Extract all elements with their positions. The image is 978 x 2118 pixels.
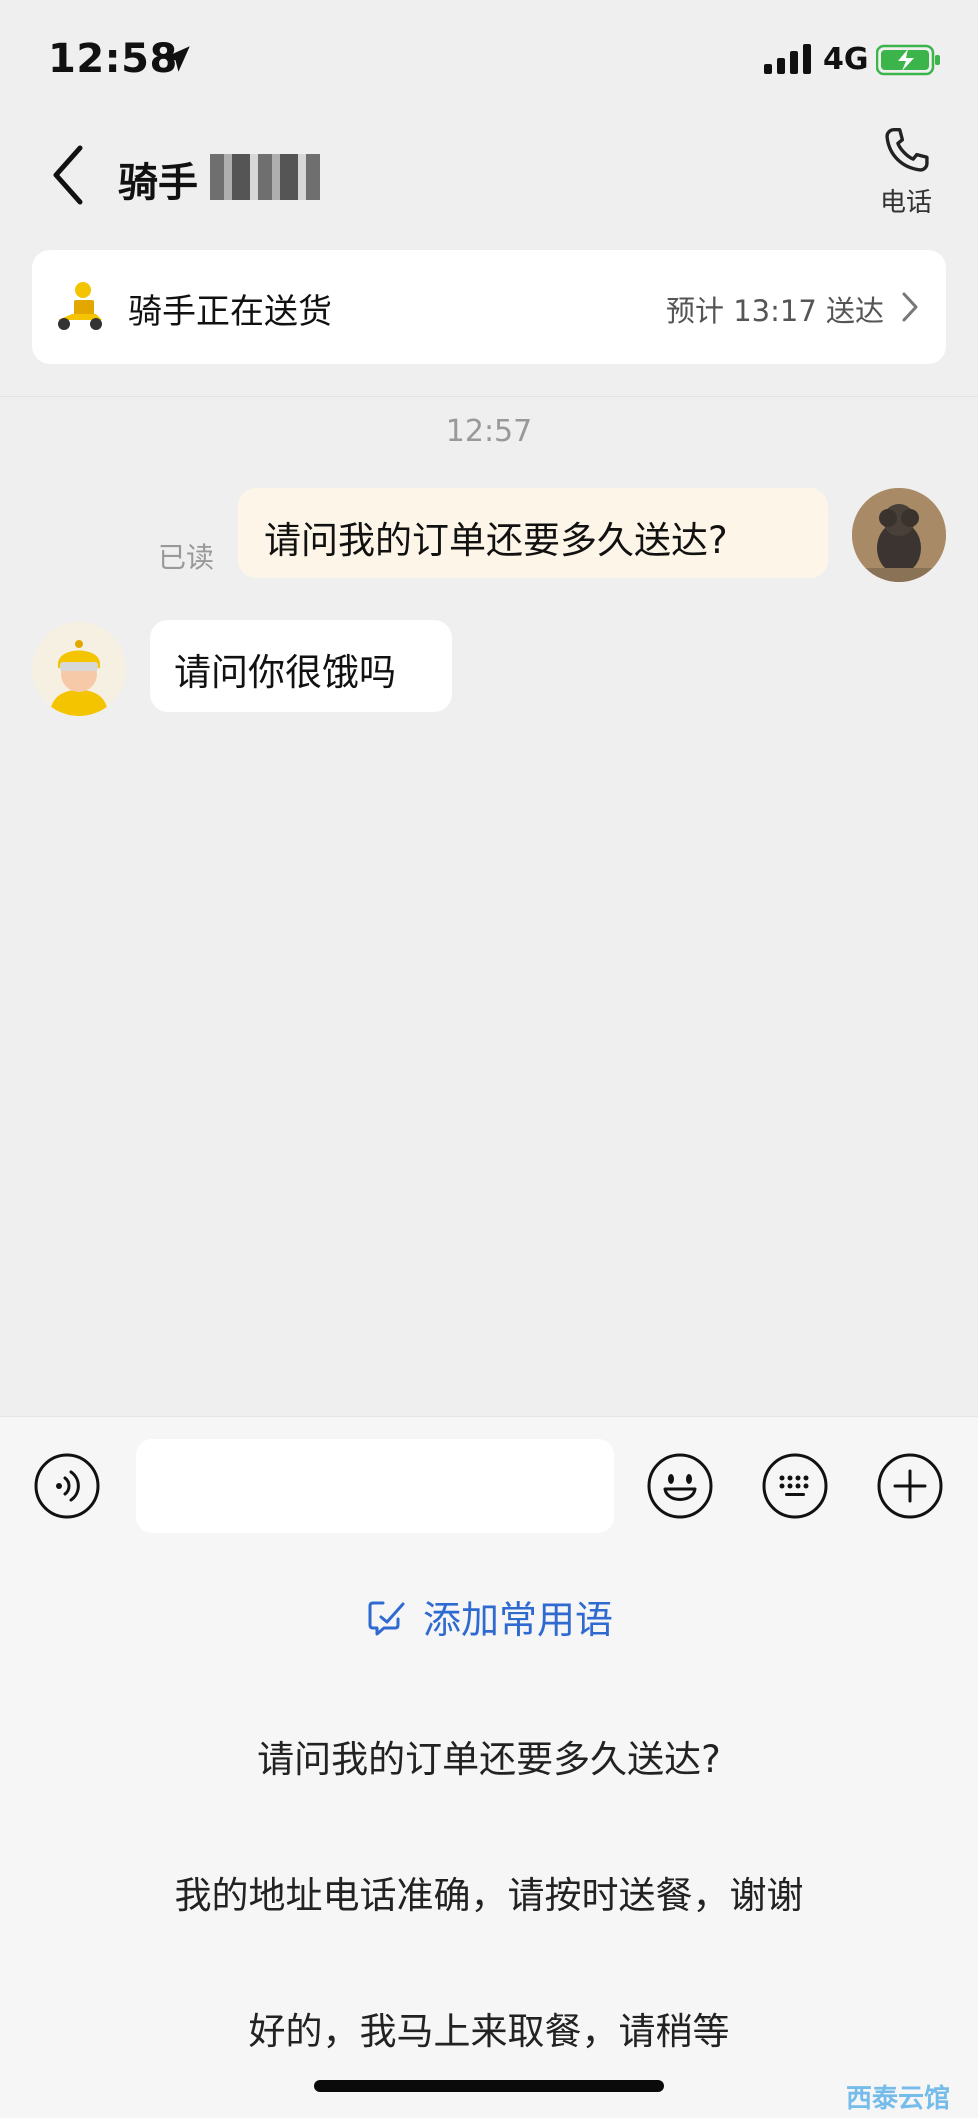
edit-phrase-icon [368, 1601, 405, 1635]
user-avatar[interactable] [852, 488, 946, 582]
delivery-scooter-icon [58, 282, 102, 330]
composer-panel: 添加常用语 请问我的订单还要多久送达? 我的地址电话准确，请按时送餐，谢谢 好的… [0, 1416, 978, 2118]
quick-reply-keyboard-icon[interactable] [760, 1451, 830, 1521]
quick-reply-item[interactable]: 我的地址电话准确，请按时送餐，谢谢 [0, 1865, 978, 1919]
status-bar: 12:58 4G [0, 0, 978, 110]
quick-reply-item[interactable]: 请问我的订单还要多久送达? [0, 1729, 978, 1783]
message-input[interactable] [136, 1439, 614, 1533]
name-redaction [210, 154, 320, 200]
read-receipt: 已读 [158, 541, 215, 574]
home-indicator[interactable] [314, 2080, 664, 2092]
dog-avatar-icon [852, 488, 946, 582]
phone-icon [885, 127, 929, 172]
watermark: 西泰云馆 [846, 2084, 951, 2114]
battery-charging-icon [876, 44, 940, 76]
chat-header: 骑手 电话 [0, 110, 978, 240]
emoji-icon[interactable] [645, 1451, 715, 1521]
plus-icon[interactable] [875, 1451, 945, 1521]
voice-input-icon[interactable] [32, 1451, 102, 1521]
rider-helmet-avatar-icon [32, 622, 126, 716]
location-arrow-icon [164, 46, 190, 72]
header-divider [0, 396, 978, 397]
message-timestamp: 12:57 [445, 414, 533, 449]
outgoing-message[interactable]: 请问我的订单还要多久送达? [238, 488, 828, 578]
call-button[interactable]: 电话 [866, 124, 946, 234]
eta-text: 预计 13:17 送达 [665, 294, 884, 328]
incoming-message[interactable]: 请问你很饿吗 [150, 620, 452, 712]
back-arrow-icon[interactable] [44, 140, 94, 210]
chevron-right-icon [902, 292, 918, 322]
rider-name: 骑手 [118, 160, 198, 206]
call-label: 电话 [879, 188, 932, 218]
add-common-phrase-button[interactable]: 添加常用语 [0, 1589, 978, 1644]
status-time: 12:58 [48, 36, 178, 82]
network-type: 4G [823, 42, 869, 77]
delivery-status-text: 骑手正在送货 [128, 292, 332, 332]
add-phrase-label: 添加常用语 [422, 1598, 613, 1642]
signal-icon [764, 44, 811, 74]
chat-screen: 12:58 4G 骑手 电话 骑手正在送货 预计 13:17 送达 12:57 … [0, 0, 978, 2118]
quick-reply-item[interactable]: 好的，我马上来取餐，请稍等 [0, 2001, 978, 2055]
rider-avatar[interactable] [32, 622, 126, 716]
delivery-status-card[interactable]: 骑手正在送货 预计 13:17 送达 [32, 250, 946, 364]
